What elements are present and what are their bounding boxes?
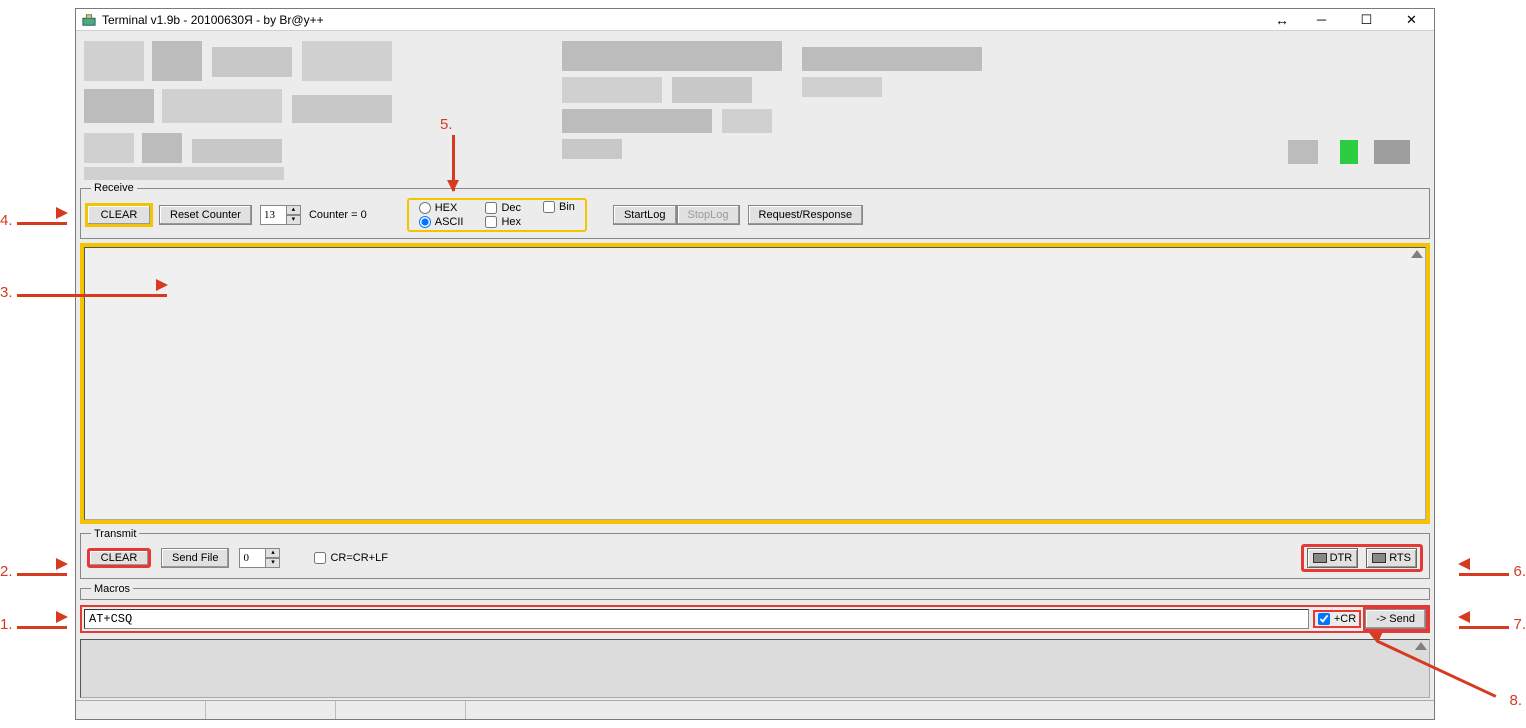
scroll-up-icon[interactable]: [1411, 250, 1423, 258]
cr-crlf-check[interactable]: CR=CR+LF: [314, 552, 387, 564]
rts-button[interactable]: RTS: [1366, 548, 1417, 568]
annot-4: 4.: [0, 212, 13, 229]
send-delay-down[interactable]: ▾: [265, 558, 280, 568]
counter-spin-up[interactable]: ▴: [286, 205, 301, 215]
startlog-button[interactable]: StartLog: [613, 205, 677, 225]
receive-legend: Receive: [91, 182, 137, 194]
close-button[interactable]: ✕: [1389, 9, 1434, 31]
send-delay-spin[interactable]: ▴ ▾: [239, 548, 280, 568]
annot-1: 1.: [0, 616, 13, 633]
send-delay-input[interactable]: [239, 548, 265, 568]
receive-textarea[interactable]: [84, 247, 1426, 519]
minimize-button[interactable]: ─: [1299, 9, 1344, 31]
titlebar: Terminal v1.9b - 20100630Я - by Br@y++ ↔…: [76, 9, 1434, 31]
maximize-button[interactable]: ☐: [1344, 9, 1389, 31]
counter-spin-down[interactable]: ▾: [286, 215, 301, 225]
annot-8: 8.: [1509, 692, 1522, 709]
window-title: Terminal v1.9b - 20100630Я - by Br@y++: [102, 13, 324, 27]
annot-2: 2.: [0, 563, 13, 580]
command-row: +CR -> Send: [80, 605, 1430, 633]
tx-scroll-up-icon[interactable]: [1415, 642, 1427, 650]
check-dec[interactable]: Dec: [485, 202, 521, 214]
transmit-clear-button[interactable]: CLEAR: [87, 548, 151, 568]
cr-append-check[interactable]: +CR: [1315, 612, 1359, 626]
macros-legend: Macros: [91, 583, 133, 595]
transmit-text-wrap: [80, 639, 1430, 699]
annot-7: 7.: [1513, 616, 1526, 633]
radio-ascii[interactable]: ASCII: [419, 216, 464, 228]
receive-clear-button[interactable]: CLEAR: [87, 205, 151, 225]
top-settings-panel: [76, 31, 1434, 180]
command-input[interactable]: [84, 609, 1309, 629]
send-button[interactable]: -> Send: [1365, 609, 1426, 629]
app-icon: [82, 13, 96, 27]
dtr-button[interactable]: DTR: [1307, 548, 1359, 568]
app-window: Terminal v1.9b - 20100630Я - by Br@y++ ↔…: [75, 8, 1435, 720]
radio-hex[interactable]: HEX: [419, 202, 464, 214]
transmit-textarea[interactable]: [80, 639, 1430, 699]
rts-led-icon: [1372, 553, 1386, 563]
request-response-button[interactable]: Request/Response: [748, 205, 864, 225]
send-file-button[interactable]: Send File: [161, 548, 229, 568]
stoplog-button: StopLog: [677, 205, 740, 225]
receive-format-group: HEX ASCII Dec Hex Bin: [407, 198, 587, 232]
dtr-led-icon: [1313, 553, 1327, 563]
macros-group: Macros: [80, 583, 1430, 600]
resize-icon: ↔: [1275, 12, 1289, 28]
transmit-legend: Transmit: [91, 528, 139, 540]
check-bin[interactable]: Bin: [543, 201, 575, 213]
receive-group: Receive CLEAR Reset Counter ▴ ▾ Counter …: [80, 182, 1430, 239]
annot-3: 3.: [0, 284, 13, 301]
counter-value-label: Counter = 0: [309, 209, 367, 221]
counter-spin[interactable]: ▴ ▾: [260, 205, 301, 225]
transmit-group: Transmit CLEAR Send File ▴ ▾ CR=CR+LF DT…: [80, 528, 1430, 579]
reset-counter-button[interactable]: Reset Counter: [159, 205, 252, 225]
annot-6: 6.: [1513, 563, 1526, 580]
counter-spin-input[interactable]: [260, 205, 286, 225]
check-hex[interactable]: Hex: [485, 216, 521, 228]
statusbar: [76, 700, 1434, 719]
receive-text-wrap: [80, 243, 1430, 523]
send-delay-up[interactable]: ▴: [265, 548, 280, 558]
